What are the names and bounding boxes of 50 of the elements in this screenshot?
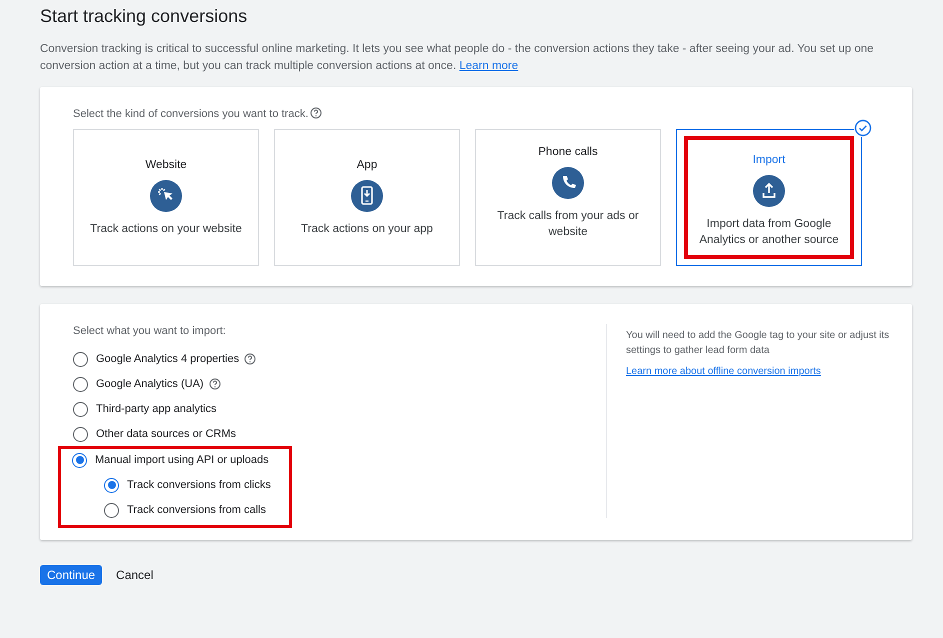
radio-option[interactable]: Manual import using API or uploads bbox=[72, 451, 289, 469]
radio-button[interactable] bbox=[73, 352, 88, 366]
card-title: App bbox=[356, 158, 378, 170]
cancel-button[interactable]: Cancel bbox=[116, 565, 154, 585]
offline-imports-link[interactable]: Learn more about offline conversion imports bbox=[626, 364, 821, 379]
radio-option[interactable]: Track conversions from clicks bbox=[104, 476, 289, 494]
card-description: Track calls from your ads or website bbox=[496, 208, 640, 240]
help-icon[interactable] bbox=[244, 353, 256, 365]
radio-option[interactable]: Google Analytics (UA) bbox=[73, 375, 606, 393]
card-description: Track actions on your website bbox=[90, 222, 242, 236]
card-title: Import bbox=[752, 154, 786, 166]
option-label: Track conversions from clicks bbox=[127, 479, 271, 491]
conversion-kind-card[interactable]: App Track actions on your app bbox=[274, 129, 460, 266]
option-label: Other data sources or CRMs bbox=[96, 428, 236, 440]
conversion-kind-card[interactable]: Phone calls Track calls from your ads or website bbox=[475, 129, 661, 266]
radio-option[interactable]: Google Analytics 4 properties bbox=[73, 350, 606, 368]
card-description: Track actions on your app bbox=[301, 222, 433, 236]
kind-prompt: Select the kind of conversions you want to track. bbox=[73, 107, 308, 121]
continue-button[interactable]: Continue bbox=[40, 565, 102, 585]
radio-option[interactable]: Third-party app analytics bbox=[73, 400, 606, 418]
radio-button[interactable] bbox=[104, 502, 119, 518]
card-title: Website bbox=[145, 158, 187, 170]
radio-option[interactable]: Track conversions from calls bbox=[104, 501, 289, 519]
import-note: You will need to add the Google tag to your site or adjust its settings to gather lead form data bbox=[626, 329, 890, 358]
learn-more-link[interactable]: Learn more bbox=[459, 60, 518, 72]
upload-icon bbox=[753, 174, 785, 206]
import-prompt: Select what you want to import: bbox=[73, 324, 226, 338]
option-label: Third-party app analytics bbox=[96, 403, 216, 415]
radio-button[interactable] bbox=[73, 376, 88, 392]
phone-download-icon bbox=[351, 180, 383, 212]
conversion-kind-card[interactable]: Website Track actions on your website bbox=[73, 129, 259, 266]
radio-option[interactable]: Other data sources or CRMs bbox=[73, 425, 606, 443]
cursor-click-icon bbox=[150, 180, 182, 212]
option-label: Google Analytics (UA) bbox=[96, 378, 204, 390]
radio-button[interactable] bbox=[72, 452, 87, 468]
option-label: Track conversions from calls bbox=[127, 504, 266, 516]
page-title: Start tracking conversions bbox=[40, 6, 248, 27]
radio-button[interactable] bbox=[73, 402, 88, 416]
help-icon[interactable] bbox=[310, 107, 322, 119]
option-label: Manual import using API or uploads bbox=[95, 454, 269, 466]
card-title: Phone calls bbox=[538, 146, 598, 158]
help-icon[interactable] bbox=[208, 378, 221, 390]
conversion-kind-card[interactable]: Import Import data from Google Analytics or another source bbox=[676, 129, 862, 266]
check-circle-icon bbox=[854, 119, 872, 137]
phone-icon bbox=[552, 166, 584, 198]
description-text: Conversion tracking is critical to successful online marketing. It lets you see what people do - the conversion actions they take - after seeing your ad. You set up one conversion action at a time, but you can track multiple conversion actions at once. Learn more bbox=[40, 42, 875, 74]
radio-button[interactable] bbox=[73, 426, 88, 442]
option-label: Google Analytics 4 properties bbox=[96, 353, 240, 365]
radio-button[interactable] bbox=[104, 478, 119, 492]
card-description: Import data from Google Analytics or another source bbox=[698, 216, 840, 248]
